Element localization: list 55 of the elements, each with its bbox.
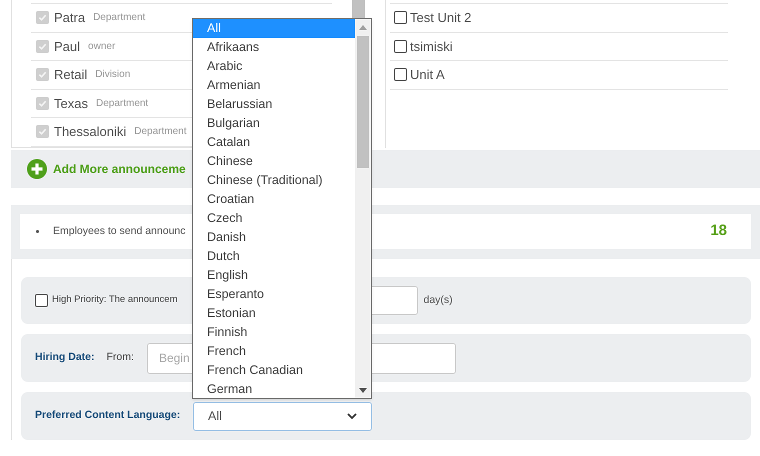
checkbox[interactable]	[394, 11, 407, 24]
checkmark-icon	[38, 13, 47, 22]
checkbox[interactable]	[35, 294, 48, 307]
language-option[interactable]: Czech	[193, 209, 355, 228]
language-label: Preferred Content Language:	[35, 408, 182, 424]
summary-text: Employees to send announc	[53, 224, 186, 239]
from-label: From:	[106, 350, 134, 366]
unit-type: owner	[88, 40, 116, 54]
hiring-date-label: Hiring Date:	[35, 350, 95, 366]
employee-count: 18	[710, 221, 727, 242]
chevron-down-icon	[347, 412, 357, 420]
scroll-up-icon	[359, 25, 367, 30]
bullet-icon	[36, 230, 39, 233]
unit-name: tsimiski	[410, 38, 453, 56]
unit-name: Paul	[54, 38, 80, 56]
language-option[interactable]: Chinese (Traditional)	[193, 171, 355, 190]
checkmark-icon	[38, 42, 47, 51]
checkmark-icon	[38, 98, 47, 108]
language-option[interactable]: Catalan	[193, 133, 355, 152]
language-option[interactable]: Arabic	[193, 57, 355, 76]
days-unit: day(s)	[424, 292, 453, 308]
language-option[interactable]: Afrikaans	[193, 38, 355, 57]
language-option[interactable]: Finnish	[193, 323, 355, 342]
language-select[interactable]: All	[193, 402, 372, 430]
priority-label: High Priority: The announcem	[52, 293, 178, 308]
unit-type: Department	[93, 11, 146, 26]
unit-name: Unit A	[410, 66, 445, 84]
unit-type: Department	[134, 125, 187, 140]
unit-name: Test Unit 2	[410, 9, 472, 27]
language-option[interactable]: Estonian	[193, 304, 355, 323]
language-option[interactable]: French	[193, 342, 355, 361]
language-option[interactable]: Dutch	[193, 247, 355, 266]
unit-name: Retail	[54, 66, 88, 84]
language-option[interactable]: Danish	[193, 228, 355, 247]
scrollbar[interactable]	[355, 19, 371, 398]
scrollbar-thumb[interactable]	[357, 36, 369, 168]
language-option[interactable]: Bulgarian	[193, 114, 355, 133]
language-option[interactable]: Armenian	[193, 76, 355, 95]
checkmark-icon	[38, 70, 47, 80]
unit-type: Department	[96, 96, 148, 111]
checkbox[interactable]	[394, 68, 407, 82]
language-option[interactable]: English	[193, 266, 355, 285]
unit-name: Texas	[54, 94, 88, 112]
checkmark-icon	[38, 127, 47, 136]
unit-name: Patra	[54, 9, 86, 27]
language-option[interactable]: Croatian	[193, 190, 355, 209]
language-option[interactable]: French Canadian	[193, 361, 355, 380]
language-option[interactable]: Chinese	[193, 152, 355, 171]
language-option[interactable]: German	[193, 380, 355, 399]
checkbox[interactable]	[394, 40, 407, 53]
plus-circle-icon	[27, 159, 47, 179]
language-option[interactable]: Belarussian	[193, 95, 355, 114]
unit-type: Division	[95, 68, 130, 82]
language-option[interactable]: Esperanto	[193, 285, 355, 304]
unit-name: Thessaloniki	[54, 123, 126, 141]
